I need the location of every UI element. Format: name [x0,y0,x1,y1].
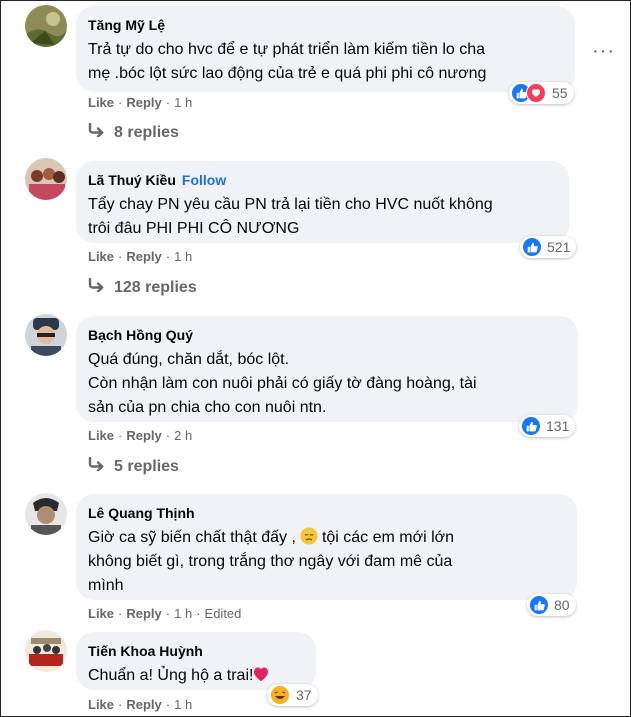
avatar[interactable] [25,493,67,535]
reaction-summary[interactable]: 37 [267,684,318,706]
reply-button[interactable]: Reply [126,697,161,712]
replies-label: 128 replies [114,279,197,296]
reply-button[interactable]: Reply [126,428,161,443]
reply-button[interactable]: Reply [126,249,161,264]
like-icon [523,238,541,256]
comment-time[interactable]: 1 h [174,95,192,110]
reaction-count: 80 [554,597,570,613]
reply-button[interactable]: Reply [126,606,161,621]
comment-text: Quá đúng, chăn dắt, bóc lột. Còn nhận là… [88,351,477,416]
reaction-summary[interactable]: 55 [509,82,574,104]
like-button[interactable]: Like [88,249,114,264]
reply-arrow-icon [88,277,106,298]
follow-button[interactable]: Follow [182,172,226,188]
comment-actions: Like · Reply · 1 h · Edited [88,606,242,621]
comment-actions: Like · Reply · 1 h [88,697,193,712]
like-button[interactable]: Like [88,428,114,443]
like-button[interactable]: Like [88,95,114,110]
comment-author[interactable]: Tiến Khoa Huỳnh [88,642,304,660]
comment-author: Lã Thuý Kiều Follow [88,171,557,189]
more-options-icon[interactable]: ··· [592,40,615,63]
haha-icon [270,685,290,705]
reply-arrow-icon [88,456,106,477]
view-replies-button[interactable]: 5 replies [88,456,179,477]
comment-time[interactable]: 2 h [174,428,192,443]
like-icon [530,596,548,614]
comment-bubble: Tiến Khoa Huỳnh Chuẩn a! Ủng hộ a trai! [76,632,316,690]
edited-label: Edited [204,606,242,621]
comment-bubble: Lê Quang Thịnh Giờ ca sỹ biến chất thật … [76,494,577,600]
comment-author[interactable]: Lê Quang Thịnh [88,504,565,522]
comment-text: Trả tự do cho hvc để e tự phát triển làm… [88,41,487,82]
replies-label: 5 replies [114,458,179,475]
view-replies-button[interactable]: 8 replies [88,122,179,143]
like-button[interactable]: Like [88,697,114,712]
comment-time[interactable]: 1 h [174,249,192,264]
avatar[interactable] [25,5,67,47]
reply-arrow-icon [88,122,106,143]
reaction-count: 521 [547,239,571,255]
comment-author[interactable]: Bạch Hồng Quý [88,326,566,344]
reaction-count: 55 [552,85,568,101]
reaction-summary[interactable]: 131 [519,415,576,437]
view-replies-button[interactable]: 128 replies [88,277,197,298]
avatar[interactable] [25,314,67,356]
like-icon [522,417,540,435]
comment-text: Chuẩn a! Ủng hộ a trai! [88,664,304,688]
comment-text: Giờ ca sỹ biến chất thật đấy , tội các em… [88,527,455,594]
red-heart-emoji [254,667,269,681]
reaction-summary[interactable]: 521 [520,236,577,258]
avatar[interactable] [25,630,67,672]
replies-label: 8 replies [114,124,179,141]
comment-actions: Like · Reply · 1 h [88,95,193,110]
comment-actions: Like · Reply · 1 h [88,249,193,264]
avatar[interactable] [25,158,67,200]
comment-bubble: Lã Thuý Kiều Follow Tẩy chay PN yêu cầu P… [76,161,569,243]
reaction-count: 131 [546,418,570,434]
comment-time[interactable]: 1 h [174,606,192,621]
reaction-count: 37 [296,687,312,703]
reaction-summary[interactable]: 80 [527,594,576,616]
reply-button[interactable]: Reply [126,95,161,110]
comment-bubble: Bạch Hồng Quý Quá đúng, chăn dắt, bóc lộ… [76,316,578,422]
author-name[interactable]: Lã Thuý Kiều [88,172,176,188]
comment-bubble: Tăng Mỹ Lệ Trả tự do cho hvc để e tự phá… [76,6,575,92]
sad-face-emoji [300,527,318,545]
comment-actions: Like · Reply · 2 h [88,428,193,443]
comment-time[interactable]: 1 h [174,697,192,712]
love-icon [526,83,546,103]
comment-text: Tẩy chay PN yêu cầu PN trả lại tiền cho … [88,196,493,237]
like-button[interactable]: Like [88,606,114,621]
comment-author[interactable]: Tăng Mỹ Lệ [88,16,563,34]
